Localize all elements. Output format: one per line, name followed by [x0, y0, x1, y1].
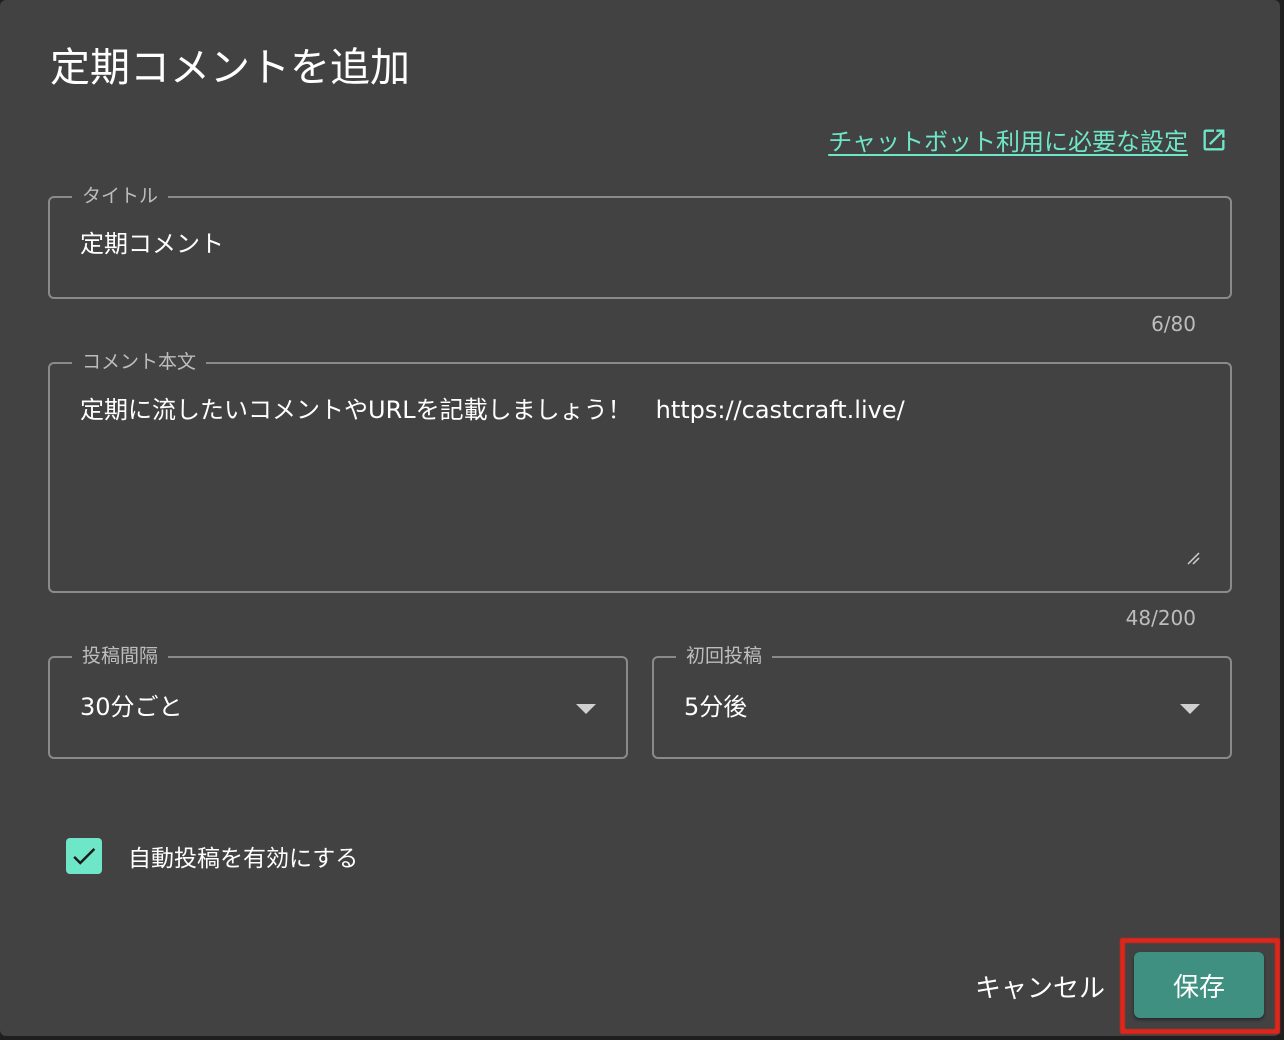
post-interval-select[interactable]: 投稿間隔 30分ごと: [48, 644, 628, 759]
resize-handle-icon[interactable]: [1186, 551, 1200, 565]
title-field[interactable]: タイトル 定期コメント: [48, 184, 1232, 299]
title-input[interactable]: 定期コメント: [80, 228, 224, 260]
save-button[interactable]: 保存: [1134, 952, 1264, 1018]
check-icon: [73, 847, 96, 865]
comment-body-field[interactable]: コメント本文 定期に流したいコメントやURLを記載しましょう！ https://…: [48, 350, 1232, 593]
cancel-button[interactable]: キャンセル: [966, 958, 1114, 1014]
first-post-select[interactable]: 初回投稿 5分後: [652, 644, 1232, 759]
title-char-counter: 6/80: [1151, 312, 1196, 336]
auto-post-checkbox[interactable]: [66, 838, 102, 874]
open-in-new-icon: [1203, 129, 1225, 150]
triangle-down-icon: [576, 704, 596, 714]
chatbot-settings-link-label: チャットボット利用に必要な設定: [828, 128, 1188, 156]
comment-body-label: コメント本文: [72, 350, 207, 374]
post-interval-label: 投稿間隔: [72, 644, 169, 668]
first-post-label: 初回投稿: [676, 644, 773, 668]
comment-body-textarea[interactable]: 定期に流したいコメントやURLを記載しましょう！ https://castcra…: [80, 394, 905, 426]
dialog-title: 定期コメントを追加: [50, 45, 410, 91]
triangle-down-icon: [1180, 704, 1200, 714]
chatbot-settings-link[interactable]: チャットボット利用に必要な設定: [828, 122, 1228, 157]
title-field-label: タイトル: [72, 184, 169, 208]
auto-post-label: 自動投稿を有効にする: [128, 846, 359, 872]
post-interval-value: 30分ごと: [80, 693, 183, 721]
auto-post-toggle-row[interactable]: 自動投稿を有効にする: [66, 838, 358, 874]
add-scheduled-comment-dialog: 定期コメントを追加 チャットボット利用に必要な設定 タイトル 定期コメント 6/…: [0, 0, 1280, 1036]
first-post-value: 5分後: [684, 693, 748, 721]
comment-body-char-counter: 48/200: [1125, 606, 1196, 630]
